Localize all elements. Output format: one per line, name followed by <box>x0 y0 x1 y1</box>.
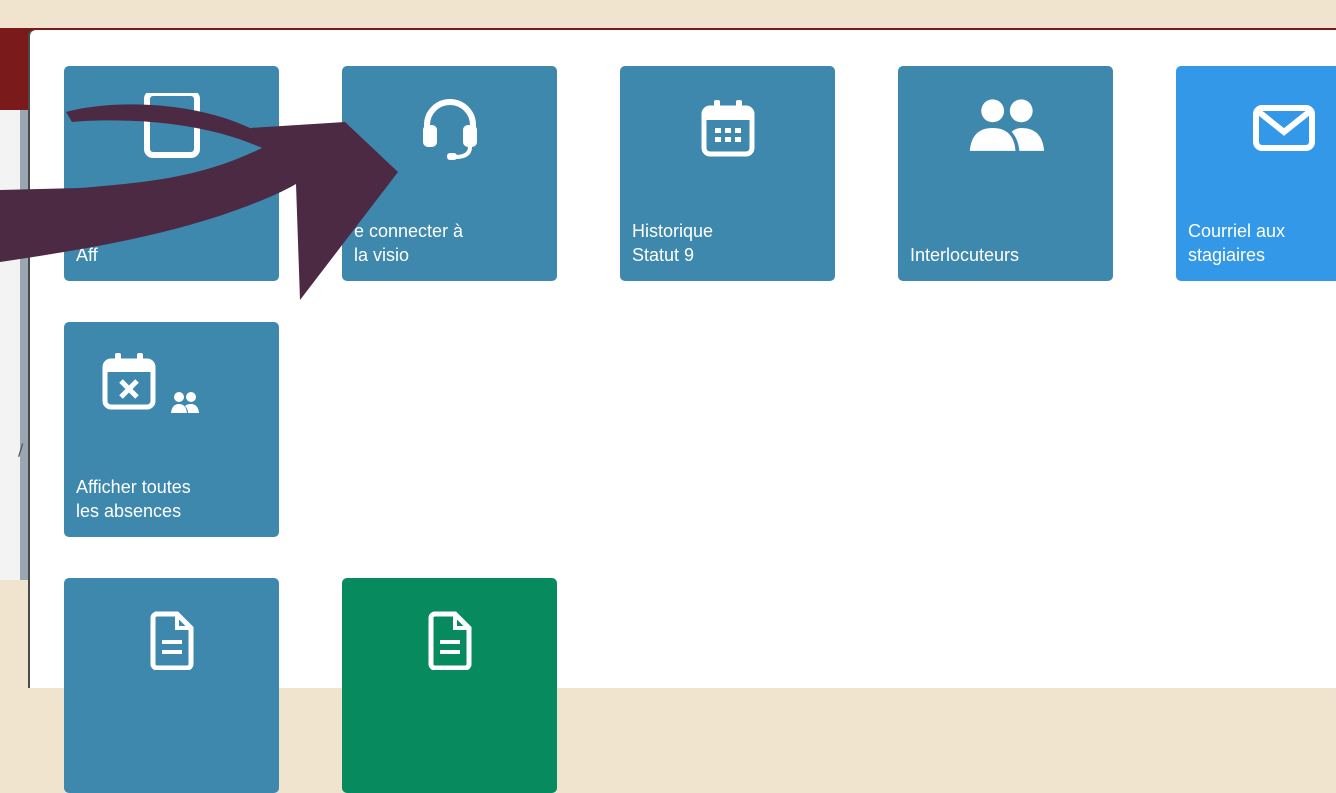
tile-afficher-absences[interactable]: Afficher toutes les absences <box>64 322 279 537</box>
tile-se-connecter-visio[interactable]: e connecter à la visio <box>342 66 557 281</box>
document-icon <box>410 600 490 680</box>
headset-icon <box>410 88 490 168</box>
tile-label: Aff <box>76 243 271 267</box>
tile-label: Historique Statut 9 <box>632 219 827 267</box>
envelope-icon <box>1244 88 1324 168</box>
tile-label: e connecter à la visio <box>354 219 549 267</box>
tile-label: Afficher toutes les absences <box>76 475 271 523</box>
background-scroll-strip <box>20 110 28 580</box>
tile-label-line: Historique <box>632 221 714 241</box>
tile-label-line: les absences <box>76 501 182 521</box>
tile-label-line: Statut 9 <box>632 245 695 265</box>
tile-afficher[interactable]: Aff <box>64 66 279 281</box>
tile-historique-statut[interactable]: Historique Statut 9 <box>620 66 835 281</box>
calendar-icon <box>688 88 768 168</box>
tile-document-green[interactable] <box>342 578 557 793</box>
users-icon <box>966 88 1046 168</box>
tile-label-line: Aff <box>76 245 98 265</box>
tile-label-line: e connecter à <box>354 221 464 241</box>
document-icon <box>132 600 212 680</box>
tile-label-line: Afficher toutes <box>76 477 191 497</box>
tile-label-line: Interlocuteurs <box>910 245 1020 265</box>
tile-label-line: stagiaires <box>1188 245 1266 265</box>
tile-interlocuteurs[interactable]: Interlocuteurs <box>898 66 1113 281</box>
tile-label-line: la visio <box>354 245 410 265</box>
tile-courriel-stagiaires[interactable]: Courriel aux stagiaires <box>1176 66 1336 281</box>
action-tiles-modal: Aff e connecter à la visio Historique St… <box>28 28 1336 793</box>
tile-document[interactable] <box>64 578 279 793</box>
tile-label-line: Courriel aux <box>1188 221 1286 241</box>
calendar-x-users-icon <box>101 348 211 428</box>
background-text-fragment: / <box>18 440 24 459</box>
tile-label: Interlocuteurs <box>910 243 1105 267</box>
tile-label: Courriel aux stagiaires <box>1188 219 1336 267</box>
background-text-fragment: a <box>18 215 28 234</box>
tablet-icon <box>132 88 212 168</box>
